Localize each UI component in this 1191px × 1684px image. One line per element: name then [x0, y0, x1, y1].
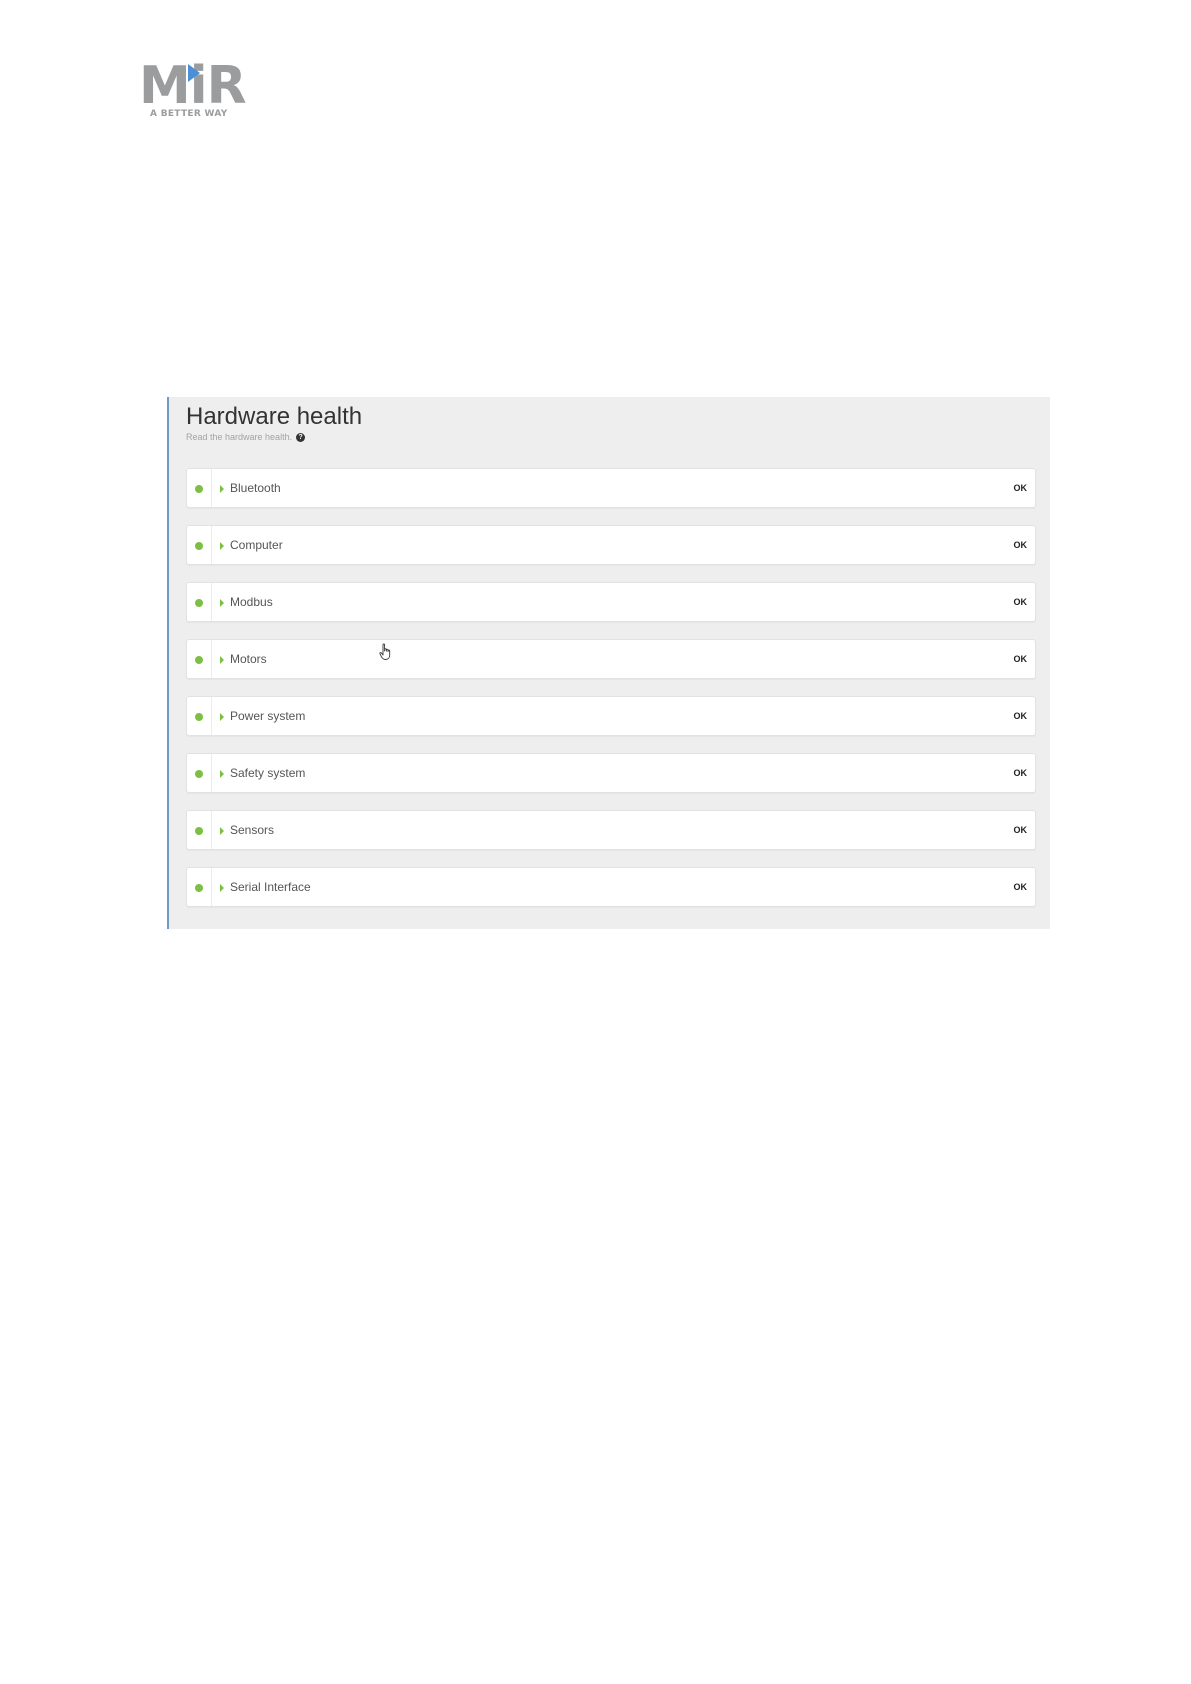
status-dot-icon [195, 485, 203, 493]
status-cell [187, 583, 212, 621]
status-dot-icon [195, 656, 203, 664]
status-cell [187, 868, 212, 906]
hardware-row-power-system[interactable]: Power system OK [186, 696, 1036, 736]
logo-arrow-icon [188, 64, 200, 82]
hardware-health-panel: Hardware health Read the hardware health… [167, 397, 1050, 929]
caret-right-icon[interactable] [220, 827, 224, 835]
caret-right-icon[interactable] [220, 656, 224, 664]
hardware-row-status: OK [1013, 825, 1028, 835]
page-subtitle-text: Read the hardware health. [186, 432, 293, 442]
status-cell [187, 526, 212, 564]
status-dot-icon [195, 713, 203, 721]
caret-right-icon[interactable] [220, 884, 224, 892]
logo-tagline: A BETTER WAY [150, 109, 228, 119]
hardware-row-status: OK [1013, 768, 1028, 778]
hardware-row-computer[interactable]: Computer OK [186, 525, 1036, 565]
caret-right-icon[interactable] [220, 542, 224, 550]
caret-right-icon[interactable] [220, 599, 224, 607]
status-cell [187, 754, 212, 792]
hardware-row-safety-system[interactable]: Safety system OK [186, 753, 1036, 793]
page-subtitle: Read the hardware health. ? [186, 432, 306, 442]
status-cell [187, 469, 212, 507]
hardware-row-label: Bluetooth [230, 481, 281, 495]
status-dot-icon [195, 884, 203, 892]
hardware-row-bluetooth[interactable]: Bluetooth OK [186, 468, 1036, 508]
hardware-row-status: OK [1013, 654, 1028, 664]
question-circle-icon[interactable]: ? [296, 432, 306, 442]
hardware-row-label: Motors [230, 652, 267, 666]
hardware-row-status: OK [1013, 540, 1028, 550]
status-dot-icon [195, 827, 203, 835]
status-dot-icon [195, 542, 203, 550]
caret-right-icon[interactable] [220, 770, 224, 778]
hardware-row-label: Safety system [230, 766, 306, 780]
hardware-row-label: Power system [230, 709, 306, 723]
page-title: Hardware health [186, 403, 363, 430]
status-dot-icon [195, 599, 203, 607]
hardware-row-serial-interface[interactable]: Serial Interface OK [186, 867, 1036, 907]
hardware-row-label: Sensors [230, 823, 275, 837]
status-dot-icon [195, 770, 203, 778]
mir-logo: MiR A BETTER WAY [139, 60, 247, 122]
hardware-row-label: Modbus [230, 595, 273, 609]
hardware-row-sensors[interactable]: Sensors OK [186, 810, 1036, 850]
hardware-row-status: OK [1013, 483, 1028, 493]
hardware-list: Bluetooth OK Computer OK Modbus OK Motor… [186, 468, 1036, 924]
hardware-row-label: Computer [230, 538, 283, 552]
hardware-row-modbus[interactable]: Modbus OK [186, 582, 1036, 622]
status-cell [187, 640, 212, 678]
hardware-row-status: OK [1013, 711, 1028, 721]
caret-right-icon[interactable] [220, 485, 224, 493]
hardware-row-status: OK [1013, 597, 1028, 607]
status-cell [187, 811, 212, 849]
hardware-row-motors[interactable]: Motors OK [186, 639, 1036, 679]
hardware-row-label: Serial Interface [230, 880, 311, 894]
caret-right-icon[interactable] [220, 713, 224, 721]
hand-pointer-icon [379, 643, 391, 660]
hardware-row-status: OK [1013, 882, 1028, 892]
status-cell [187, 697, 212, 735]
